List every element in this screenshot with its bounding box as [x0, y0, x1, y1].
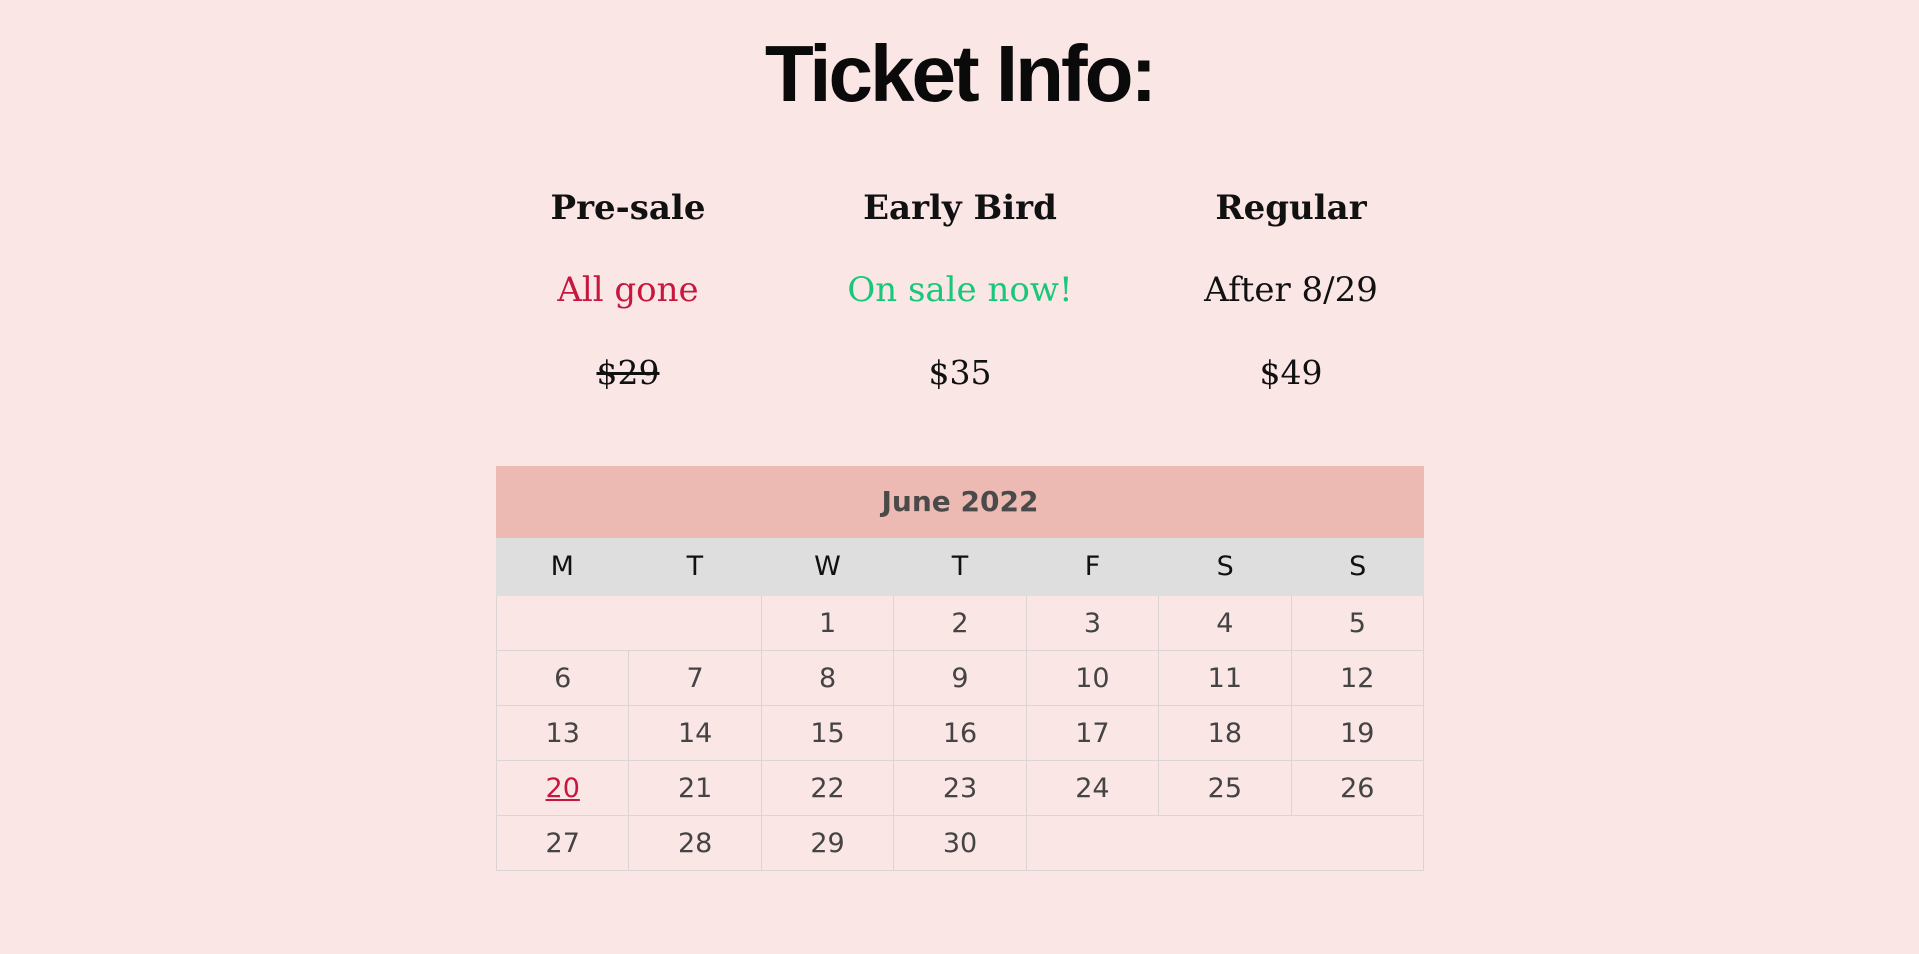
calendar-day: 13: [497, 706, 630, 761]
calendar-day: 17: [1026, 706, 1160, 761]
weekday-label: M: [550, 551, 574, 582]
weekday-label: T: [951, 551, 969, 582]
weekday-label: T: [686, 551, 704, 582]
ticket-tiers: Pre-sale All gone $29 Early Bird On sale…: [0, 178, 1919, 418]
calendar-day: 4: [1159, 596, 1292, 651]
weekday-label: S: [1349, 551, 1367, 582]
tier-status: All gone: [557, 270, 699, 310]
calendar-day: 7: [629, 651, 762, 706]
tier-name: Regular: [1215, 188, 1367, 228]
calendar-day: 12: [1291, 651, 1424, 706]
calendar-weekdays: M T W T F S S: [496, 538, 1424, 596]
tier-name: Early Bird: [863, 188, 1057, 228]
tier-name: Pre-sale: [550, 188, 706, 228]
calendar-month-label: June 2022: [496, 466, 1424, 538]
calendar-day: 15: [761, 706, 895, 761]
calendar-day: 30: [894, 816, 1027, 871]
calendar-day: 1: [761, 596, 895, 651]
calendar-days-grid: 1 2 3 4 5 6 7 8 9 10 11 12 13 14 15 16 17 18 19 20 21 22 23 24 2…: [496, 596, 1424, 871]
page-title: Ticket Info:: [764, 29, 1157, 118]
calendar: June 2022 M T W T F S S 1 2 3 4 5 6 7 8 9 10 11 12 1…: [496, 466, 1424, 871]
calendar-day: 25: [1159, 761, 1292, 816]
calendar-day: 28: [629, 816, 762, 871]
calendar-day: 27: [497, 816, 630, 871]
calendar-day: 19: [1291, 706, 1424, 761]
tier-price: $29: [448, 353, 808, 393]
calendar-day-highlighted[interactable]: 20: [497, 761, 630, 816]
tier-status: After 8/29: [1204, 270, 1378, 310]
tier-price: $49: [1111, 353, 1471, 393]
calendar-day: 24: [1026, 761, 1160, 816]
weekday-label: F: [1084, 551, 1101, 582]
weekday-label: S: [1216, 551, 1234, 582]
calendar-day: 22: [761, 761, 895, 816]
tier-price-value: $29: [596, 353, 660, 392]
weekday-label: W: [814, 551, 841, 582]
calendar-day: 8: [761, 651, 895, 706]
calendar-blank-cell: [497, 596, 762, 651]
calendar-day: 3: [1026, 596, 1160, 651]
calendar-day: 21: [629, 761, 762, 816]
calendar-day: 26: [1291, 761, 1424, 816]
tier-price-value: $35: [928, 353, 992, 392]
calendar-blank-cell: [1026, 816, 1424, 871]
tier-price-value: $49: [1259, 353, 1323, 392]
calendar-day: 11: [1159, 651, 1292, 706]
calendar-day: 23: [894, 761, 1027, 816]
tier-price: $35: [780, 353, 1140, 393]
calendar-day: 2: [894, 596, 1027, 651]
calendar-day: 16: [894, 706, 1027, 761]
calendar-day: 10: [1026, 651, 1160, 706]
calendar-day: 6: [497, 651, 630, 706]
calendar-day: 5: [1291, 596, 1424, 651]
calendar-day: 29: [761, 816, 895, 871]
calendar-day: 14: [629, 706, 762, 761]
tier-status: On sale now!: [847, 270, 1073, 310]
calendar-day: 9: [894, 651, 1027, 706]
calendar-day: 18: [1159, 706, 1292, 761]
